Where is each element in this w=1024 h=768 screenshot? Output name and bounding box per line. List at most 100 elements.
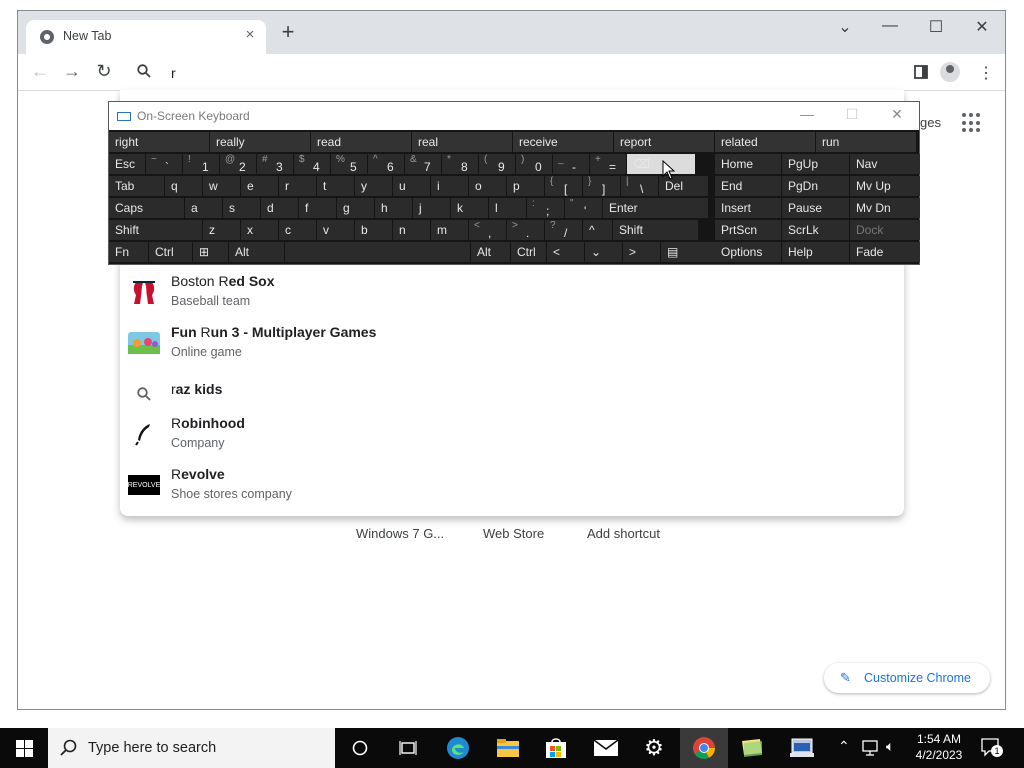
menu-icon[interactable]: ⋮ bbox=[978, 63, 994, 83]
osk-key-dock[interactable]: Dock bbox=[850, 220, 920, 240]
osk-key-r3-10[interactable]: :; bbox=[527, 198, 564, 218]
osk-key-r1-2[interactable]: ! 1 bbox=[183, 154, 219, 174]
notification-icon[interactable]: 1 bbox=[980, 737, 1003, 757]
osk-key-r3-8[interactable]: k bbox=[451, 198, 488, 218]
osk-key-r3-4[interactable]: f bbox=[299, 198, 336, 218]
osk-key-r2-10[interactable]: p bbox=[507, 176, 544, 196]
start-icon[interactable] bbox=[0, 728, 48, 768]
suggestion-raz-kids[interactable]: raz kids bbox=[120, 372, 904, 412]
osk-key-r3-6[interactable]: h bbox=[375, 198, 412, 218]
osk-key-r4-7[interactable]: m bbox=[431, 220, 468, 240]
settings-icon[interactable]: ⚙ bbox=[630, 728, 678, 768]
osk-key-r1-1[interactable]: ~ ` bbox=[146, 154, 182, 174]
osk-key-r4-9[interactable]: >. bbox=[507, 220, 544, 240]
osk-key-r5-9[interactable]: > bbox=[623, 242, 660, 262]
osk-key-r4-5[interactable]: b bbox=[355, 220, 392, 240]
osk-key-r3-0[interactable]: Caps bbox=[109, 198, 184, 218]
cortana-icon[interactable] bbox=[336, 728, 384, 768]
osk-key-pgdn[interactable]: PgDn bbox=[782, 176, 849, 196]
tab-new-tab[interactable]: New Tab × bbox=[26, 20, 266, 54]
osk-prediction-6[interactable]: related bbox=[715, 132, 815, 152]
osk-prediction-2[interactable]: read bbox=[311, 132, 411, 152]
osk-close-button[interactable]: ✕ bbox=[882, 106, 912, 123]
osk-key-options[interactable]: Options bbox=[715, 242, 781, 262]
osk-key-r1-14[interactable]: ⌫ bbox=[627, 154, 695, 174]
osk-key-r4-1[interactable]: z bbox=[203, 220, 240, 240]
taskbar-search-box[interactable]: Type here to search bbox=[48, 728, 335, 768]
osk-prediction-7[interactable]: run bbox=[816, 132, 916, 152]
store-icon[interactable] bbox=[532, 728, 580, 768]
side-panel-icon[interactable] bbox=[914, 65, 928, 79]
osk-key-r2-11[interactable]: {[ bbox=[545, 176, 582, 196]
osk-key-r3-1[interactable]: a bbox=[185, 198, 222, 218]
osk-prediction-4[interactable]: receive bbox=[513, 132, 613, 152]
osk-key-r2-2[interactable]: w bbox=[203, 176, 240, 196]
osk-key-r1-12[interactable]: _ - bbox=[553, 154, 589, 174]
osk-key-pause[interactable]: Pause bbox=[782, 198, 849, 218]
tab-search-button[interactable]: ⌄ bbox=[831, 17, 859, 37]
omnibox[interactable] bbox=[121, 56, 904, 89]
mail-icon[interactable] bbox=[582, 728, 630, 768]
osk-key-nav[interactable]: Nav bbox=[850, 154, 920, 174]
osk-key-r2-6[interactable]: y bbox=[355, 176, 392, 196]
osk-key-mv-dn[interactable]: Mv Dn bbox=[850, 198, 920, 218]
osk-key-r2-1[interactable]: q bbox=[165, 176, 202, 196]
taskbar-clock[interactable]: 1:54 AM 4/2/2023 bbox=[910, 731, 968, 763]
chrome-icon[interactable] bbox=[680, 728, 728, 768]
osk-key-r5-6[interactable]: Ctrl bbox=[511, 242, 546, 262]
osk-key-r2-13[interactable]: | \ bbox=[621, 176, 658, 196]
network-icon[interactable] bbox=[862, 740, 880, 756]
maximize-button[interactable]: ☐ bbox=[922, 17, 950, 37]
osk-key-r5-5[interactable]: Alt bbox=[471, 242, 510, 262]
tray-chevron-icon[interactable]: ⌃ bbox=[838, 738, 850, 755]
new-tab-button[interactable]: + bbox=[276, 21, 300, 43]
osk-key-fade[interactable]: Fade bbox=[850, 242, 920, 262]
osk-prediction-3[interactable]: real bbox=[412, 132, 512, 152]
osk-key-r2-7[interactable]: u bbox=[393, 176, 430, 196]
osk-key-r3-11[interactable]: " ' bbox=[565, 198, 602, 218]
osk-key-r3-9[interactable]: l bbox=[489, 198, 526, 218]
omnibox-input[interactable] bbox=[169, 61, 873, 85]
suggestion-fun-run[interactable]: Fun Run 3 - Multiplayer Games Online gam… bbox=[120, 321, 904, 371]
osk-key-r4-8[interactable]: <, bbox=[469, 220, 506, 240]
osk-key-r4-12[interactable]: Shift bbox=[613, 220, 698, 240]
osk-key-r1-7[interactable]: ^ 6 bbox=[368, 154, 404, 174]
suggestion-revolve[interactable]: REVOLVE Revolve Shoe stores company bbox=[120, 463, 904, 513]
forward-icon[interactable]: → bbox=[60, 61, 84, 82]
osk-key-r4-4[interactable]: v bbox=[317, 220, 354, 240]
osk-key-r3-7[interactable]: j bbox=[413, 198, 450, 218]
shortcut-windows-7[interactable]: Windows 7 G... bbox=[356, 526, 444, 541]
customize-chrome-button[interactable]: ✎ Customize Chrome bbox=[824, 663, 990, 693]
osk-icon[interactable] bbox=[778, 728, 826, 768]
osk-prediction-1[interactable]: really bbox=[210, 132, 310, 152]
file-explorer-icon[interactable] bbox=[484, 728, 532, 768]
add-shortcut-button[interactable]: Add shortcut bbox=[587, 526, 660, 541]
osk-key-r1-11[interactable]: ) 0 bbox=[516, 154, 552, 174]
osk-key-prtscn[interactable]: PrtScn bbox=[715, 220, 781, 240]
osk-key-help[interactable]: Help bbox=[782, 242, 849, 262]
profile-icon[interactable] bbox=[940, 62, 960, 82]
back-icon[interactable]: ← bbox=[28, 61, 52, 82]
osk-key-r4-11[interactable]: ^ bbox=[583, 220, 612, 240]
osk-key-r2-3[interactable]: e bbox=[241, 176, 278, 196]
osk-key-r5-10[interactable]: ▤ bbox=[661, 242, 718, 262]
images-link[interactable]: ges bbox=[920, 115, 941, 130]
osk-key-r4-0[interactable]: Shift bbox=[109, 220, 202, 240]
reload-icon[interactable]: ↻ bbox=[92, 61, 116, 82]
osk-key-r1-6[interactable]: % 5 bbox=[331, 154, 367, 174]
osk-key-r1-0[interactable]: Esc bbox=[109, 154, 145, 174]
osk-key-r4-10[interactable]: ? / bbox=[545, 220, 582, 240]
tab-close-button[interactable]: × bbox=[240, 26, 260, 43]
osk-key-r4-6[interactable]: n bbox=[393, 220, 430, 240]
osk-minimize-button[interactable]: — bbox=[792, 106, 822, 122]
osk-key-r4-2[interactable]: x bbox=[241, 220, 278, 240]
suggestion-boston-red-sox[interactable]: Boston Red Sox Baseball team bbox=[120, 270, 904, 320]
osk-key-r5-8[interactable]: ⌄ bbox=[585, 242, 622, 262]
osk-key-r2-0[interactable]: Tab bbox=[109, 176, 164, 196]
osk-key-r2-12[interactable]: }] bbox=[583, 176, 620, 196]
osk-key-r2-4[interactable]: r bbox=[279, 176, 316, 196]
osk-key-r1-4[interactable]: #3 bbox=[257, 154, 293, 174]
osk-key-r4-3[interactable]: c bbox=[279, 220, 316, 240]
osk-key-r5-3[interactable]: Alt bbox=[229, 242, 284, 262]
osk-key-insert[interactable]: Insert bbox=[715, 198, 781, 218]
